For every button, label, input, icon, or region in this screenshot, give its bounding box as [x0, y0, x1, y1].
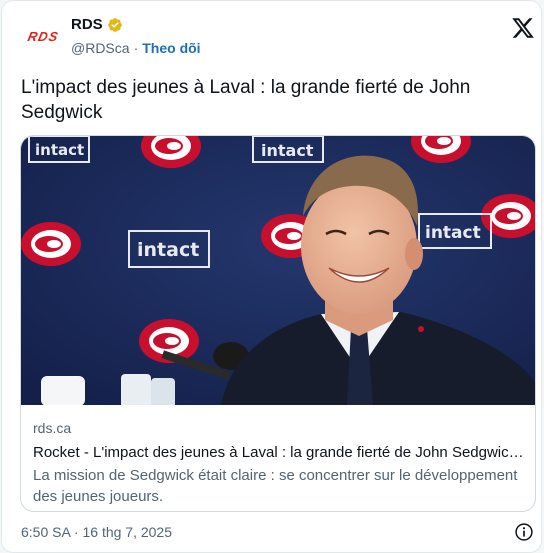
svg-text:intact: intact [425, 223, 481, 243]
meta-separator: · [133, 40, 139, 56]
info-icon[interactable] [514, 522, 534, 542]
link-preview-card[interactable]: intact intact intact intact rds.ca Rocke… [20, 135, 536, 512]
follow-link[interactable]: Theo dõi [142, 40, 200, 56]
author-name-row: RDS [71, 16, 123, 33]
tweet-text: L'impact des jeunes à Laval : la grande … [21, 77, 471, 123]
link-description: La mission de Sedgwick était claire : se… [33, 467, 518, 505]
x-logo-icon[interactable] [511, 16, 535, 40]
author-display-name[interactable]: RDS [71, 16, 103, 33]
tweet-card: RDS RDS @RDSca · Theo dõi L'impact des j… [1, 0, 542, 553]
author-meta-row: @RDSca · Theo dõi [71, 40, 201, 56]
link-domain: rds.ca [33, 420, 72, 436]
svg-text:intact: intact [35, 141, 84, 159]
author-handle[interactable]: @RDSca [71, 40, 130, 56]
rds-logo-text: RDS [26, 28, 60, 44]
rds-logo-avatar[interactable]: RDS [22, 26, 64, 46]
link-meta: rds.ca Rocket - L'impact des jeunes à La… [33, 419, 527, 507]
link-title[interactable]: Rocket - L'impact des jeunes à Laval : l… [33, 443, 527, 463]
svg-text:intact: intact [261, 141, 314, 160]
tweet-timestamp[interactable]: 6:50 SA · 16 thg 7, 2025 [21, 524, 172, 540]
svg-text:intact: intact [137, 239, 199, 261]
verified-badge-icon [107, 17, 122, 32]
article-photo: intact intact intact intact [21, 136, 535, 405]
